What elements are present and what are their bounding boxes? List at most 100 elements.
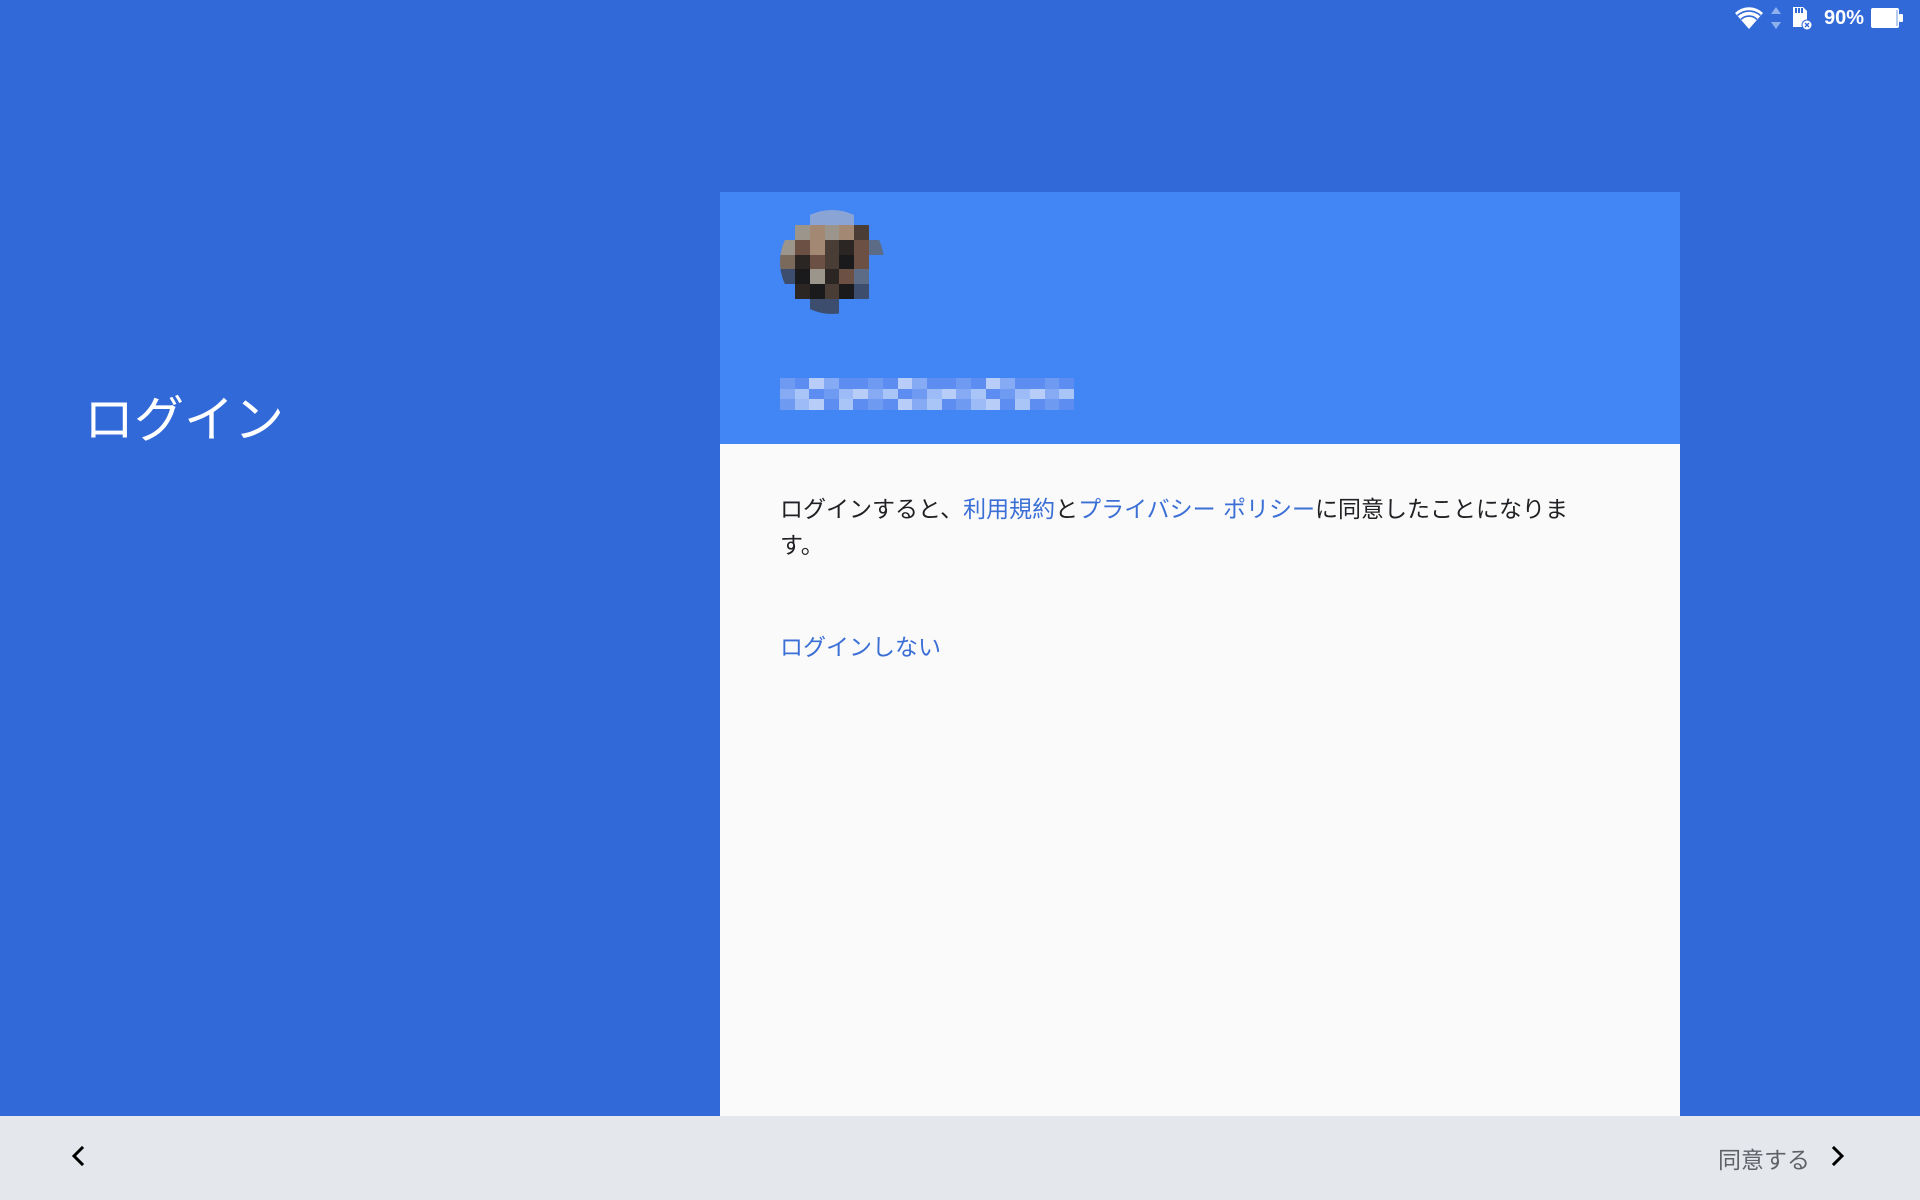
avatar-pixel (869, 284, 884, 300)
avatar-pixel (869, 239, 884, 255)
avatar-pixel (780, 299, 795, 314)
email-pixel (780, 399, 795, 410)
email-pixel (794, 399, 810, 410)
terms-prefix: ログインすると、 (780, 497, 964, 523)
email-pixel (926, 388, 942, 400)
email-pixel (912, 378, 927, 389)
avatar-pixel (794, 210, 810, 225)
avatar-pixel (869, 254, 884, 270)
avatar[interactable] (780, 210, 884, 314)
skip-login-link[interactable]: ログインしない (780, 628, 941, 662)
avatar-pixel (869, 299, 884, 314)
email-pixel (985, 378, 1001, 389)
email-pixel (1044, 399, 1060, 410)
email-pixel (956, 378, 972, 389)
email-pixel (824, 388, 839, 400)
email-pixel (912, 399, 927, 410)
avatar-pixel (824, 299, 840, 314)
email-pixel (1044, 378, 1060, 389)
avatar-pixel (824, 284, 840, 300)
avatar-pixel (854, 210, 870, 225)
chevron-left-icon (68, 1144, 88, 1172)
email-pixel (780, 388, 795, 400)
card-body: ログインすると、利用規約とプライバシー ポリシーに同意したことになります。 ログ… (720, 444, 1680, 662)
sd-card-icon (1788, 5, 1814, 31)
email-pixel (838, 399, 854, 410)
terms-of-service-link[interactable]: 利用規約 (963, 497, 1055, 523)
avatar-pixel (824, 210, 840, 225)
avatar-pixel (809, 224, 825, 240)
avatar-pixel (869, 210, 884, 225)
email-pixel (824, 378, 839, 389)
email-pixel (971, 378, 986, 389)
email-pixel (1029, 388, 1045, 400)
avatar-pixel (794, 284, 810, 300)
email-pixel (838, 388, 854, 400)
email-pixel (956, 399, 972, 410)
avatar-pixel (794, 224, 810, 240)
data-arrows-icon (1770, 5, 1782, 31)
privacy-policy-link[interactable]: プライバシー ポリシー (1078, 497, 1315, 523)
avatar-pixel (809, 254, 825, 270)
avatar-pixel (854, 254, 870, 270)
email-pixel (1000, 378, 1016, 389)
back-button[interactable] (60, 1140, 96, 1176)
terms-text: ログインすると、利用規約とプライバシー ポリシーに同意したことになります。 (780, 492, 1610, 564)
avatar-pixel (780, 284, 795, 300)
avatar-pixel (809, 269, 825, 285)
email-pixel (1015, 378, 1030, 389)
avatar-pixel (824, 254, 840, 270)
avatar-pixel (780, 210, 795, 225)
avatar-pixel (854, 269, 870, 285)
account-email (780, 378, 1074, 410)
email-pixel (1029, 378, 1045, 389)
avatar-pixel (824, 224, 840, 240)
avatar-pixel (854, 239, 870, 255)
avatar-pixel (839, 269, 855, 285)
email-pixel (853, 378, 869, 389)
email-pixel (853, 388, 869, 400)
avatar-pixel (839, 254, 855, 270)
email-pixel (985, 399, 1001, 410)
email-pixel (956, 388, 972, 400)
email-pixel (912, 388, 927, 400)
page-title: ログイン (84, 391, 284, 449)
email-pixel (1059, 399, 1074, 410)
email-pixel (1059, 378, 1074, 389)
email-pixel (1044, 388, 1060, 400)
email-pixel (868, 388, 883, 400)
avatar-pixel (854, 284, 870, 300)
avatar-pixel (869, 224, 884, 240)
avatar-pixel (794, 239, 810, 255)
email-pixel (868, 399, 883, 410)
avatar-pixel (809, 299, 825, 314)
avatar-pixel (869, 269, 884, 285)
avatar-pixel (809, 210, 825, 225)
email-pixel (794, 388, 810, 400)
avatar-pixel (780, 269, 795, 285)
email-pixel (809, 388, 825, 400)
avatar-pixel (794, 269, 810, 285)
email-pixel (1000, 399, 1016, 410)
avatar-pixel (839, 224, 855, 240)
avatar-pixel (809, 239, 825, 255)
chevron-right-icon (1828, 1144, 1848, 1172)
email-pixel (794, 378, 810, 389)
avatar-pixel (780, 254, 795, 270)
email-pixel (971, 399, 986, 410)
email-pixel (809, 399, 825, 410)
login-card: ログインすると、利用規約とプライバシー ポリシーに同意したことになります。 ログ… (720, 192, 1680, 1116)
agree-button-label: 同意する (1718, 1148, 1810, 1174)
agree-button[interactable]: 同意する (1718, 1134, 1848, 1182)
email-pixel (897, 378, 913, 389)
avatar-pixel (824, 239, 840, 255)
email-pixel (971, 388, 986, 400)
email-pixel (985, 388, 1001, 400)
avatar-pixel (854, 224, 870, 240)
email-pixel (824, 399, 839, 410)
terms-conjunction: と (1055, 497, 1079, 523)
email-pixel (1029, 399, 1045, 410)
battery-percent: 90% (1823, 6, 1864, 29)
account-header (720, 192, 1680, 444)
email-pixel (809, 378, 825, 389)
